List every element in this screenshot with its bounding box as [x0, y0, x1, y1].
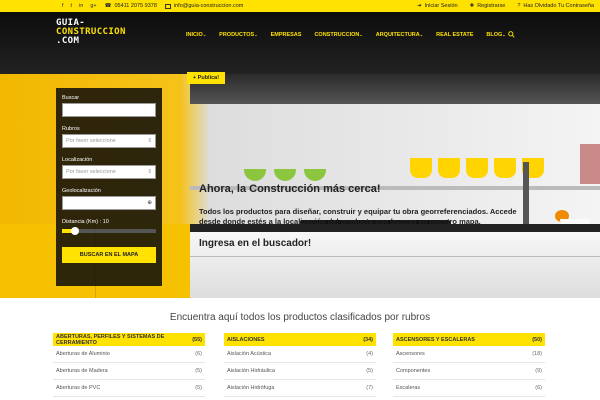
slider-handle[interactable]	[71, 227, 80, 235]
geolocation-input[interactable]: ⊕	[62, 196, 156, 210]
list-item[interactable]: Aberturas de Aluminio (6)	[53, 346, 205, 363]
nav-productos[interactable]: PRODUCTOS⌄	[219, 32, 257, 38]
category-header[interactable]: AISLACIONES (34)	[224, 333, 376, 346]
crosshair-icon[interactable]: ⊕	[147, 200, 152, 206]
hero-title: Ahora, la Construcción más cerca!	[199, 183, 381, 195]
category-column: ABERTURAS, PERFILES Y SISTEMAS DE CERRAM…	[53, 333, 205, 397]
phone-contact: ☎ 05411 2075 9378	[105, 3, 157, 9]
twitter-icon[interactable]: t	[71, 3, 73, 9]
category-header[interactable]: ABERTURAS, PERFILES Y SISTEMAS DE CERRAM…	[53, 333, 205, 346]
login-link[interactable]: ➜ Iniciar Sesión	[417, 3, 458, 9]
localizacion-select[interactable]: Por favor seleccione ⇕	[62, 165, 156, 179]
buscar-label: Buscar	[62, 95, 80, 101]
list-item[interactable]: Aislación Hidráulica (5)	[224, 363, 376, 380]
category-header[interactable]: ASCENSORES Y ESCALERAS (50)	[393, 333, 545, 346]
localizacion-label: Localización	[62, 157, 93, 163]
nav-arquitectura[interactable]: ARQUITECTURA⌄	[376, 32, 423, 38]
rubros-label: Rubros	[62, 126, 80, 132]
linkedin-icon[interactable]: in	[79, 3, 83, 9]
publica-button[interactable]: + Publica!	[187, 72, 225, 84]
register-label[interactable]: Registrarse	[477, 3, 505, 9]
shelf-decoration	[580, 144, 600, 184]
phone-number: 05411 2075 9378	[114, 3, 157, 9]
googleplus-icon[interactable]: g+	[90, 3, 96, 9]
site-logo[interactable]: GUIA- CONSTRUCCION .COM	[56, 19, 126, 46]
distance-slider[interactable]	[62, 227, 156, 235]
main-nav: INICIO⌄ PRODUCTOS⌄ EMPRESAS CONSTRUCCION…	[186, 32, 506, 38]
forgot-password-link[interactable]: ? Has Olvidado Tu Contraseña	[517, 3, 594, 9]
forgot-password-label[interactable]: Has Olvidado Tu Contraseña	[523, 3, 594, 9]
email-address[interactable]: info@guia-construccion.com	[174, 3, 243, 9]
list-item[interactable]: Aberturas de PVC (5)	[53, 380, 205, 397]
search-map-button[interactable]: BUSCAR EN EL MAPA	[62, 247, 156, 263]
list-item[interactable]: Escaleras (6)	[393, 380, 545, 397]
chevron-down-icon: ⌄	[254, 32, 258, 37]
map-search-panel: Buscar Rubros Por favor seleccione ⇕ Loc…	[56, 88, 162, 286]
chevron-down-icon: ⌄	[502, 32, 506, 37]
chevron-down-icon: ⌄	[202, 32, 207, 37]
distance-label: Distancia (Km) : 10	[62, 219, 109, 225]
upper-cabinets	[190, 74, 600, 104]
chevron-updown-icon: ⇕	[147, 169, 152, 175]
envelope-icon	[164, 3, 171, 9]
login-icon: ➜	[416, 3, 422, 9]
nav-construccion[interactable]: CONSTRUCCION⌄	[314, 32, 362, 38]
nav-blog[interactable]: BLOG⌄	[486, 32, 505, 38]
rubros-select[interactable]: Por favor seleccione ⇕	[62, 134, 156, 148]
list-item[interactable]: Aislación Acústica (4)	[224, 346, 376, 363]
chevron-down-icon: ⌄	[359, 32, 363, 37]
categories-title: Encuentra aquí todos los productos clasi…	[169, 312, 431, 323]
list-item[interactable]: Componentes (9)	[393, 363, 545, 380]
site-header: GUIA- CONSTRUCCION .COM INICIO⌄ PRODUCTO…	[0, 12, 600, 74]
category-column: AISLACIONES (34) Aislación Acústica (4) A…	[224, 333, 376, 397]
email-contact[interactable]: info@guia-construccion.com	[164, 3, 243, 9]
facebook-icon[interactable]: f	[62, 3, 64, 9]
hero-paragraph: Todos los productos para diseñar, constr…	[199, 207, 517, 226]
phone-icon: ☎	[104, 3, 112, 9]
nav-empresas[interactable]: EMPRESAS	[271, 32, 302, 38]
green-bowls-image	[244, 169, 326, 181]
list-item[interactable]: Aislación Hidrófuga (7)	[224, 380, 376, 397]
nav-inicio[interactable]: INICIO⌄	[186, 32, 206, 38]
top-bar: f t in g+ ☎ 05411 2075 9378 info@guia-co…	[0, 0, 600, 12]
list-item[interactable]: Ascensores (18)	[393, 346, 545, 363]
category-column: ASCENSORES Y ESCALERAS (50) Ascensores (1…	[393, 333, 545, 397]
hero-subtitle: Ingresa en el buscador!	[199, 238, 312, 249]
login-label[interactable]: Iniciar Sesión	[425, 3, 458, 9]
search-icon[interactable]	[508, 31, 515, 40]
register-link[interactable]: ✚ Registrarse	[470, 3, 506, 9]
geolocalizacion-label: Geolocalización	[62, 188, 101, 194]
hero-text: Ahora, la Construcción más cerca! Todos …	[199, 183, 539, 249]
search-input[interactable]	[62, 103, 156, 117]
chevron-down-icon: ⌄	[419, 32, 424, 37]
nav-real-estate[interactable]: REAL ESTATE	[436, 32, 473, 38]
question-icon: ?	[517, 3, 521, 9]
social-links: f t in g+	[62, 3, 97, 9]
chevron-updown-icon: ⇕	[147, 138, 152, 144]
list-item[interactable]: Aberturas de Madera (5)	[53, 363, 205, 380]
user-plus-icon: ✚	[469, 3, 475, 9]
